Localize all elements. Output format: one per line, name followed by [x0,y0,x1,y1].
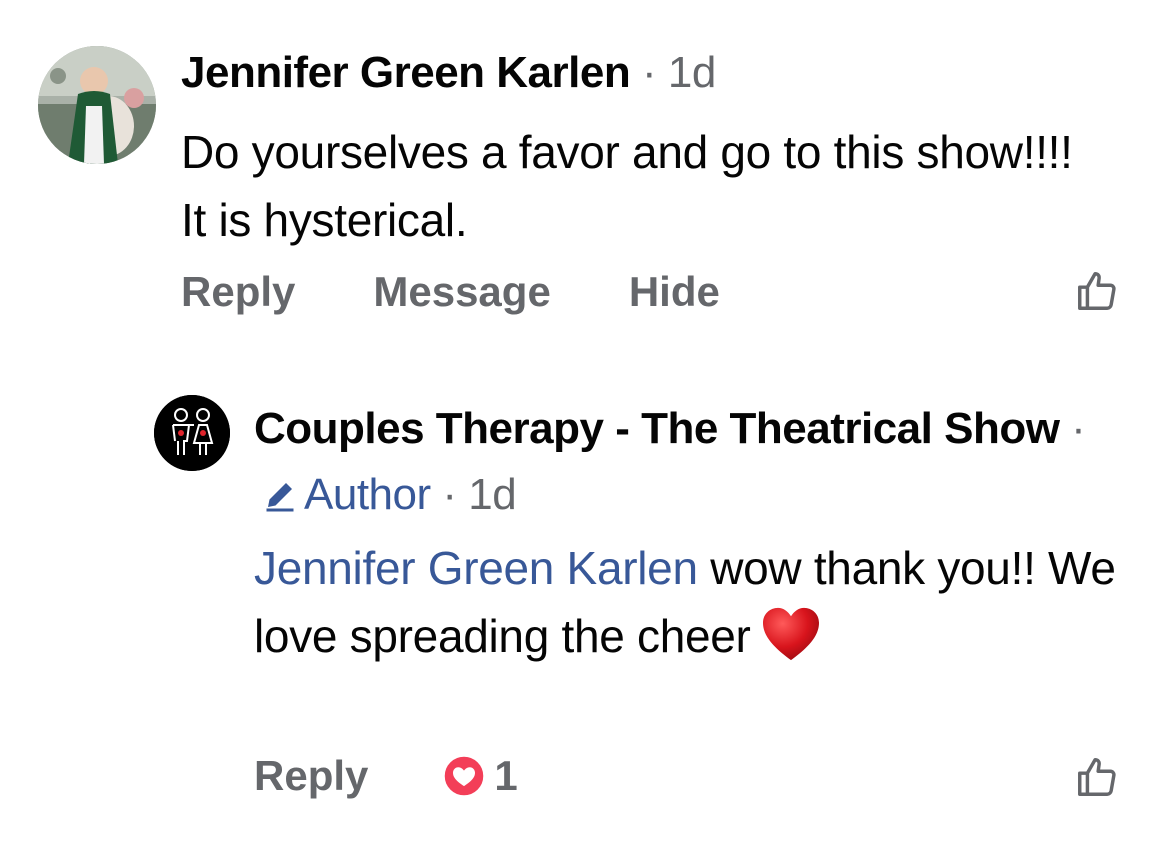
author-badge: Author [254,470,442,519]
red-heart-emoji-icon [762,607,819,661]
author-name[interactable]: Couples Therapy - The Theatrical Show [254,404,1060,453]
comment-actions: Reply Message Hide [181,268,720,316]
avatar[interactable] [154,395,230,471]
reaction-summary[interactable]: 1 [442,752,518,800]
thumbs-up-icon[interactable] [1074,268,1120,314]
timestamp[interactable]: 1d [668,48,716,97]
author-badge-label: Author [304,470,431,519]
comment-text: Do yourselves a favor and go to this sho… [181,126,1073,246]
mention-link[interactable]: Jennifer Green Karlen [254,542,698,594]
reply-button[interactable]: Reply [181,268,295,316]
message-button[interactable]: Message [373,268,550,316]
profile-photo [38,46,156,164]
pencil-icon [266,483,294,512]
thumbs-up-icon[interactable] [1074,754,1120,800]
comment-jennifer: Jennifer Green Karlen · 1d Do yourselves… [0,0,1170,360]
love-reaction-icon [443,754,486,798]
avatar[interactable] [38,46,156,164]
comment-author-line: Couples Therapy - The Theatrical Show · … [254,396,1134,528]
comment-author-line: Jennifer Green Karlen · 1d [181,48,716,98]
page-logo [154,395,230,471]
separator-dot: · [442,470,457,519]
hide-button[interactable]: Hide [629,268,720,316]
reaction-count: 1 [494,752,518,799]
separator-dot: · [641,48,657,97]
author-name[interactable]: Jennifer Green Karlen [181,48,631,97]
separator-dot: · [1071,404,1086,453]
reply-button[interactable]: Reply [254,752,368,800]
comment-actions: Reply 1 [254,752,518,800]
comment-text: Jennifer Green Karlen wow thank you!! We… [254,534,1134,670]
timestamp[interactable]: 1d [468,470,516,519]
